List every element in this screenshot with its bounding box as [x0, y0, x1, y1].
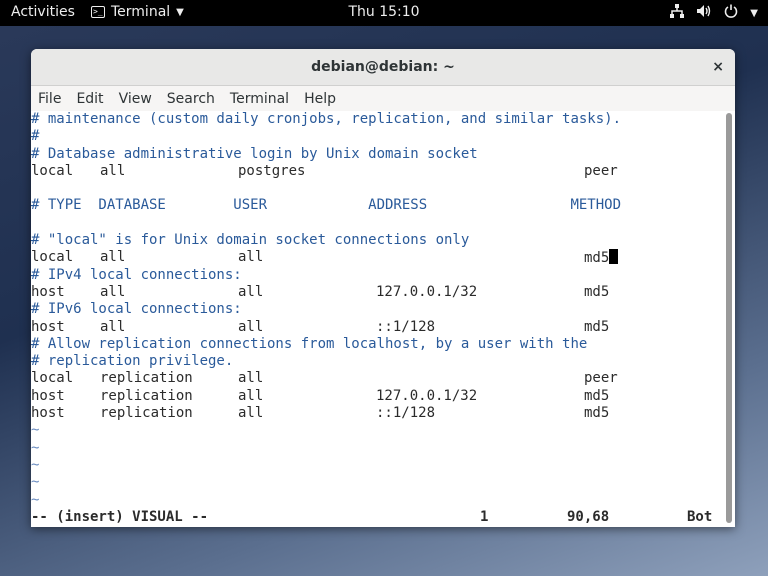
- menu-file[interactable]: File: [38, 91, 61, 107]
- address-cell: ::1/128: [376, 318, 436, 335]
- method-cell: md5: [584, 405, 610, 422]
- header-comment-line: # TYPE DATABASE USER ADDRESS METHOD: [31, 197, 622, 214]
- config-row: local all postgres peer: [31, 163, 723, 180]
- config-row: host replication all 127.0.0.1/32 md5: [31, 388, 723, 405]
- empty-buffer-line: ~: [31, 491, 40, 508]
- text-cursor: [609, 249, 618, 265]
- scroll-position: Bot: [687, 509, 713, 525]
- menu-edit[interactable]: Edit: [76, 91, 103, 107]
- menu-help[interactable]: Help: [304, 91, 336, 107]
- user-cell: all: [238, 283, 264, 300]
- database-cell: replication: [100, 370, 193, 387]
- window-title: debian@debian: ~: [311, 59, 455, 75]
- method-cell: md5: [584, 249, 618, 267]
- menu-view[interactable]: View: [119, 91, 152, 107]
- app-menu-label: Terminal: [111, 4, 171, 20]
- comment-line: # Allow replication connections from loc…: [31, 335, 588, 352]
- database-cell: all: [100, 283, 126, 300]
- empty-buffer-line: ~: [31, 439, 40, 456]
- chevron-down-icon[interactable]: ▼: [750, 8, 758, 19]
- menu-terminal[interactable]: Terminal: [230, 91, 289, 107]
- type-cell: local: [31, 162, 74, 179]
- method-cell: md5: [584, 318, 610, 335]
- method-cell: md5: [584, 387, 610, 404]
- terminal-content[interactable]: # maintenance (custom daily cronjobs, re…: [31, 111, 723, 527]
- config-row: host all all 127.0.0.1/32 md5: [31, 284, 723, 301]
- user-cell: all: [238, 387, 264, 404]
- database-cell: replication: [100, 405, 193, 422]
- database-cell: replication: [100, 387, 193, 404]
- terminal-window: debian@debian: ~ × File Edit View Search…: [31, 49, 735, 527]
- comment-line: # maintenance (custom daily cronjobs, re…: [31, 111, 622, 127]
- user-cell: all: [238, 318, 264, 335]
- comment-line: # IPv6 local connections:: [31, 301, 242, 318]
- comment-line: # IPv4 local connections:: [31, 266, 242, 283]
- type-cell: host: [31, 318, 65, 335]
- power-icon[interactable]: [724, 4, 738, 22]
- activities-button[interactable]: Activities: [11, 4, 75, 20]
- top-bar: Activities >_ Terminal ▼ Thu 15:10 ▼: [0, 0, 768, 26]
- method-cell: peer: [584, 162, 618, 179]
- cursor-position: 90,68: [567, 509, 610, 525]
- database-cell: all: [100, 249, 126, 266]
- chevron-down-icon: ▼: [176, 6, 184, 18]
- menu-search[interactable]: Search: [167, 91, 215, 107]
- scrollbar-thumb[interactable]: [726, 113, 732, 523]
- vim-status-line: -- (insert) VISUAL -- 1 90,68 Bot: [31, 509, 723, 526]
- address-cell: ::1/128: [376, 405, 436, 422]
- menu-bar: File Edit View Search Terminal Help: [31, 86, 735, 112]
- close-icon[interactable]: ×: [712, 49, 724, 85]
- app-menu[interactable]: >_ Terminal ▼: [91, 4, 184, 20]
- address-cell: 127.0.0.1/32: [376, 387, 478, 404]
- comment-line: # "local" is for Unix domain socket conn…: [31, 232, 470, 249]
- empty-buffer-line: ~: [31, 422, 40, 439]
- config-row: local all all md5: [31, 249, 723, 266]
- user-cell: all: [238, 405, 264, 422]
- address-cell: 127.0.0.1/32: [376, 283, 478, 300]
- config-row: local replication all peer: [31, 370, 723, 387]
- comment-line: # replication privilege.: [31, 353, 234, 370]
- terminal-icon: >_: [91, 6, 105, 18]
- comment-line: #: [31, 128, 40, 145]
- method-text: md5: [584, 250, 610, 267]
- clock[interactable]: Thu 15:10: [348, 4, 419, 20]
- network-icon[interactable]: [670, 4, 685, 22]
- user-cell: all: [238, 249, 264, 266]
- comment-line: # Database administrative login by Unix …: [31, 145, 478, 162]
- empty-buffer-line: ~: [31, 456, 40, 473]
- mode-indicator: -- (insert) VISUAL --: [31, 509, 209, 525]
- system-tray[interactable]: ▼: [670, 4, 758, 22]
- type-cell: host: [31, 283, 65, 300]
- database-cell: all: [100, 318, 126, 335]
- type-cell: host: [31, 405, 65, 422]
- user-cell: postgres: [238, 162, 306, 179]
- type-cell: local: [31, 370, 74, 387]
- window-titlebar[interactable]: debian@debian: ~ ×: [31, 49, 735, 86]
- method-cell: md5: [584, 283, 610, 300]
- database-cell: all: [100, 162, 126, 179]
- empty-buffer-line: ~: [31, 474, 40, 491]
- config-row: host replication all ::1/128 md5: [31, 405, 723, 422]
- type-cell: host: [31, 387, 65, 404]
- volume-icon[interactable]: [696, 4, 712, 22]
- selection-count: 1: [480, 509, 489, 525]
- user-cell: all: [238, 370, 264, 387]
- scrollbar[interactable]: [723, 111, 735, 527]
- type-cell: local: [31, 249, 74, 266]
- method-cell: peer: [584, 370, 618, 387]
- config-row: host all all ::1/128 md5: [31, 319, 723, 336]
